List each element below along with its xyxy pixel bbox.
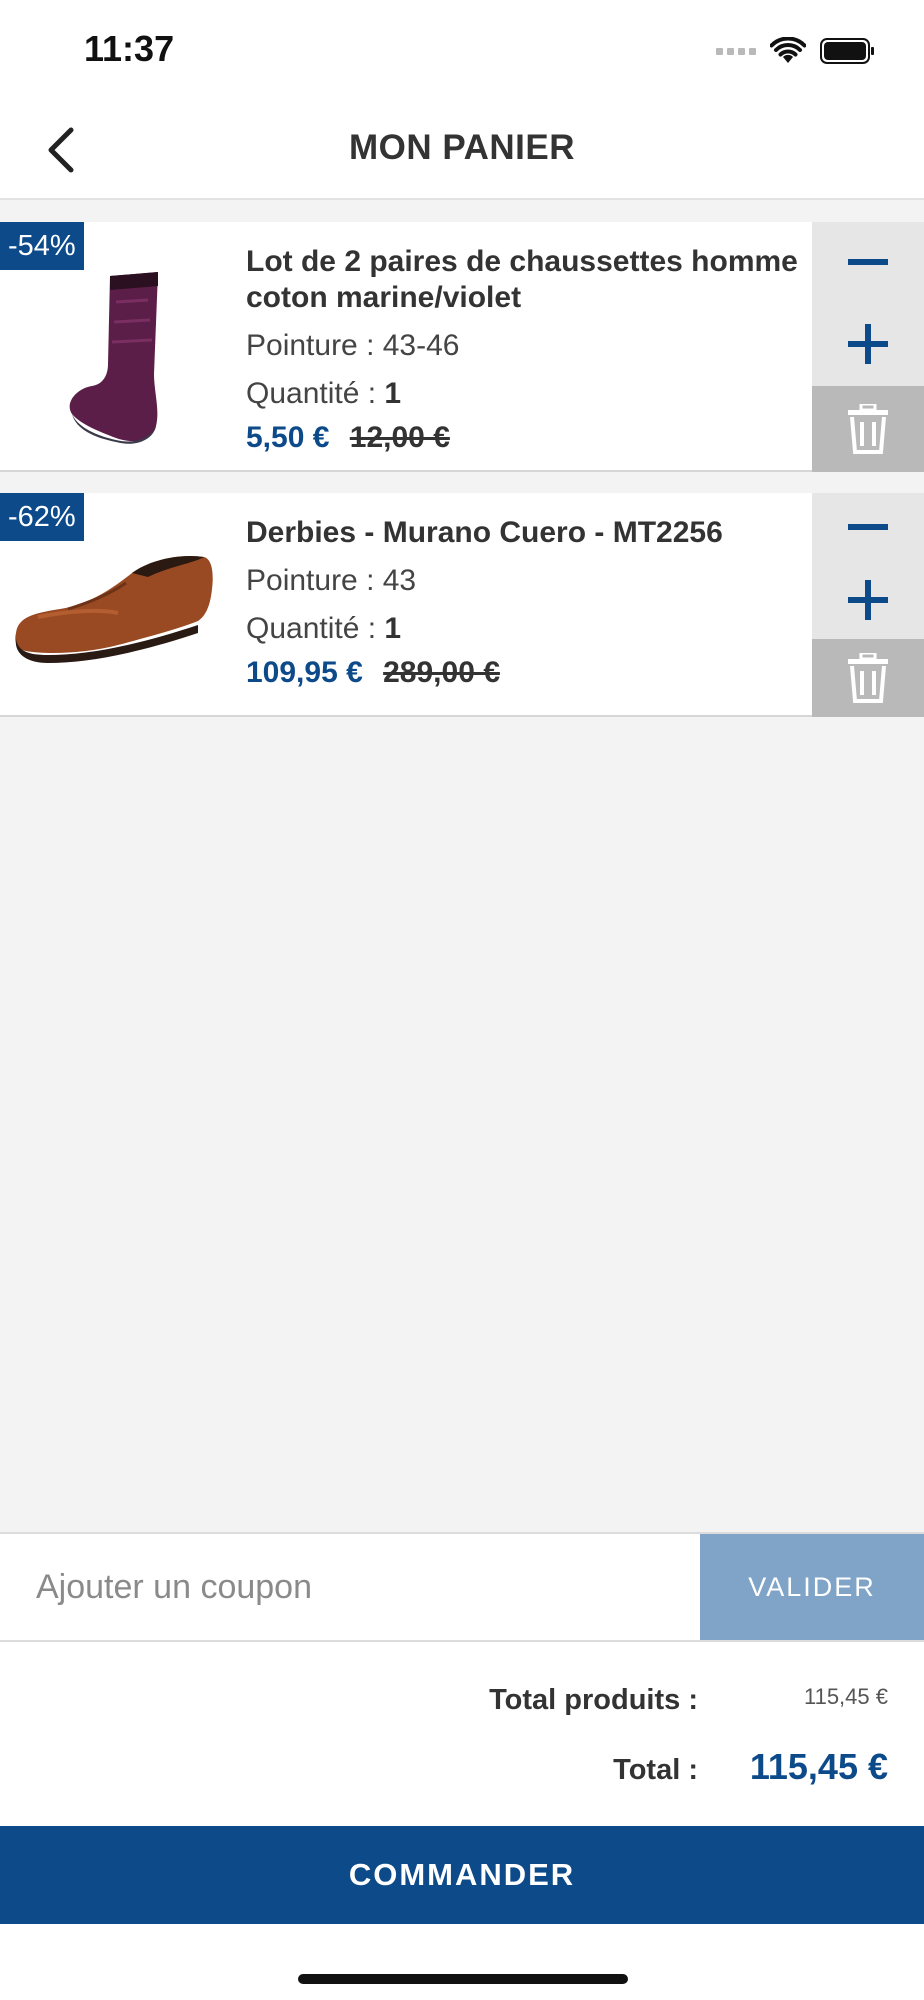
delete-item-button[interactable] [812, 639, 924, 717]
increase-quantity-button[interactable] [812, 561, 924, 639]
coupon-input[interactable] [0, 1534, 700, 1640]
total-value: 115,45 € [749, 1746, 888, 1787]
page-title: MON PANIER [348, 128, 576, 167]
validate-coupon-button[interactable]: VALIDER [700, 1534, 924, 1640]
price-old: 12,00 € [349, 421, 450, 454]
status-icons [716, 34, 876, 68]
trash-icon [848, 653, 888, 703]
item-details: Lot de 2 paires de chaussettes homme cot… [246, 244, 806, 458]
trash-icon [848, 404, 888, 454]
item-controls [812, 493, 924, 717]
delete-item-button[interactable] [812, 386, 924, 472]
minus-icon [848, 259, 888, 265]
quantity-label: Quantité : [246, 612, 385, 645]
coupon-row: VALIDER [0, 1532, 924, 1642]
status-time: 11:37 [84, 28, 175, 69]
nav-bar: MON PANIER [0, 100, 924, 200]
totals-section: Total produits : 115,45 € Total : 115,45… [0, 1642, 924, 1826]
total-products-value: 115,45 € [803, 1684, 888, 1709]
price-new: 5,50 € [246, 421, 330, 454]
home-indicator[interactable] [298, 1974, 628, 1984]
price-old: 289,00 € [383, 656, 500, 689]
bottom-safe-area [0, 1924, 924, 2000]
item-prices: 109,95 € 289,00 € [246, 653, 806, 693]
order-button[interactable]: COMMANDER [0, 1826, 924, 1924]
total-label: Total : [613, 1754, 698, 1786]
decrease-quantity-button[interactable] [812, 222, 924, 302]
item-quantity: Quantité : 1 [246, 376, 806, 412]
price-new: 109,95 € [246, 656, 363, 689]
item-prices: 5,50 € 12,00 € [246, 418, 806, 458]
cart-item: -54% Lot de 2 paires de chaussettes homm… [0, 222, 924, 472]
cart-item: -62% Derbies - Murano Cuero - MT2256 Poi… [0, 493, 924, 717]
item-size: Pointure : 43 [246, 564, 417, 597]
socks-product-image [69, 272, 158, 444]
item-details: Derbies - Murano Cuero - MT2256 Pointure… [246, 515, 806, 693]
wifi-icon [770, 37, 806, 63]
cellular-signal-icon [716, 47, 756, 55]
minus-icon [848, 524, 888, 530]
item-name[interactable]: Lot de 2 paires de chaussettes homme cot… [246, 244, 806, 316]
decrease-quantity-button[interactable] [812, 493, 924, 561]
battery-icon [820, 38, 874, 64]
total-products-label: Total produits : [489, 1684, 698, 1716]
item-size: Pointure : 43-46 [246, 329, 460, 362]
quantity-value: 1 [384, 377, 402, 410]
quantity-label: Quantité : [246, 377, 385, 410]
increase-quantity-button[interactable] [812, 302, 924, 386]
item-controls [812, 222, 924, 472]
item-name[interactable]: Derbies - Murano Cuero - MT2256 [246, 515, 806, 551]
status-bar: 11:37 [0, 0, 924, 100]
cart-screen: 11:37 MON PANIER -54% Lot de 2 paires de… [0, 0, 924, 2000]
quantity-value: 1 [384, 612, 402, 645]
item-quantity: Quantité : 1 [246, 611, 806, 647]
plus-icon [848, 324, 888, 364]
plus-icon [848, 580, 888, 620]
shoe-product-image [15, 555, 213, 663]
